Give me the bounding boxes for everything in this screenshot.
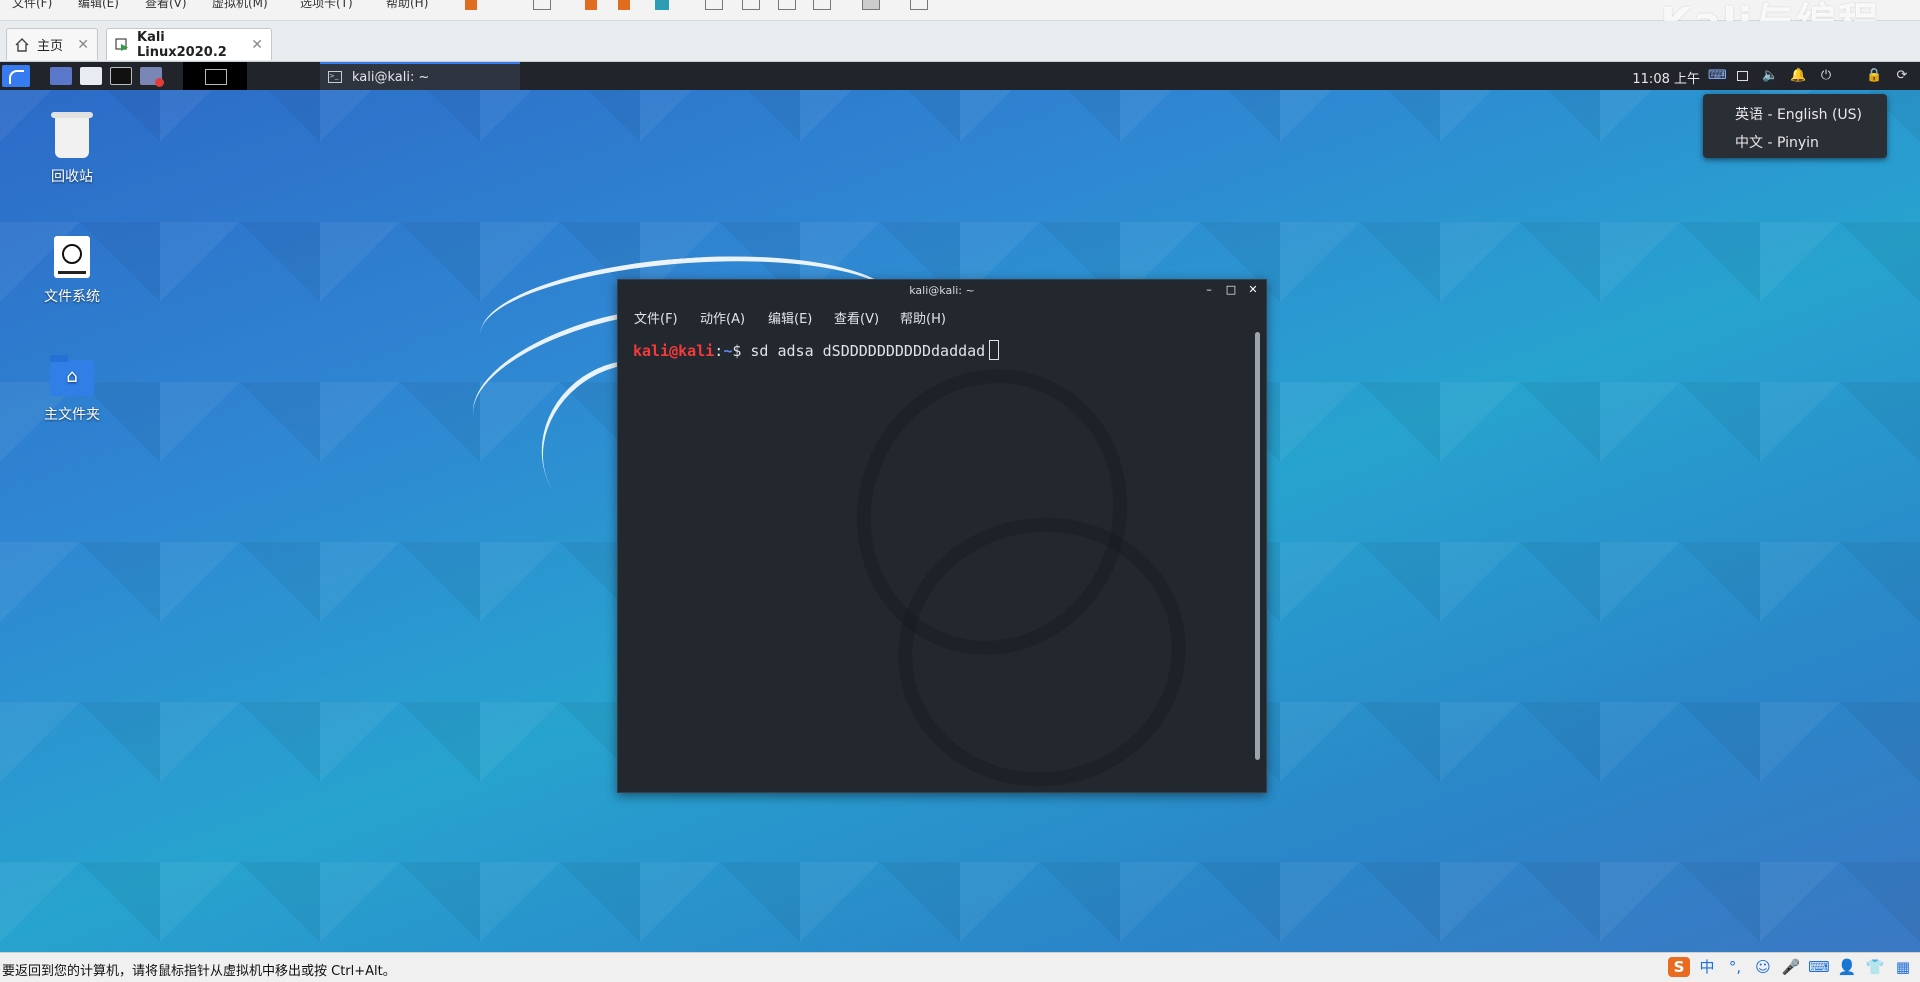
terminal-scrollbar[interactable] <box>1255 332 1260 760</box>
tab-home-label: 主页 <box>37 39 64 54</box>
microphone-icon[interactable]: 🎤 <box>1780 957 1802 977</box>
skin-icon[interactable]: 👕 <box>1864 957 1886 977</box>
text-cursor <box>989 340 1000 360</box>
terminal-launcher-icon[interactable] <box>110 67 132 85</box>
tab-kali-label: Kali Linux2020.2 <box>137 29 227 60</box>
im-english[interactable]: 英语 - English (US) <box>1735 104 1862 124</box>
vm-running-icon <box>115 37 129 52</box>
prompt-line: kali@kali:~$ sd adsa dSDDDDDDDDDDdaddad <box>633 340 1000 360</box>
vm-menu-view[interactable]: 查看(V) <box>145 0 187 11</box>
show-desktop-icon[interactable] <box>50 67 72 85</box>
drive-icon <box>54 236 90 278</box>
prompt-symbol: $ <box>732 342 742 360</box>
workspace-switcher[interactable] <box>183 62 247 90</box>
snapshot-manager-icon[interactable] <box>655 0 669 10</box>
vm-menu-file[interactable]: 文件(F) <box>12 0 52 11</box>
menu-help[interactable]: 帮助(H) <box>900 308 946 327</box>
power-manager-icon[interactable]: ⏻ <box>1818 68 1834 84</box>
send-keys-icon[interactable] <box>533 0 551 10</box>
minimize-icon[interactable]: – <box>1202 283 1216 297</box>
lock-icon[interactable]: 🔒 <box>1866 68 1882 84</box>
guest-desktop[interactable]: >_ kali@kali: ~ 11:08 上午 ⌨ 🔈 🔔 ⏻ 🔒 ⟳ 英语 … <box>0 62 1920 952</box>
logout-icon[interactable]: ⟳ <box>1894 68 1910 84</box>
vm-toolbar: 文件(F) 编辑(E) 查看(V) 虚拟机(M) 选项卡(T) 帮助(H) Ka… <box>0 0 1920 46</box>
terminal-window[interactable]: kali@kali: ~ – □ ✕ 文件(F) 动作(A) 编辑(E) 查看(… <box>617 279 1267 809</box>
terminal-menubar: 文件(F) 动作(A) 编辑(E) 查看(V) 帮助(H) <box>618 302 1266 328</box>
close-icon[interactable]: ✕ <box>1246 283 1260 297</box>
thumbnail-icon[interactable] <box>742 0 760 10</box>
status-message: 要返回到您的计算机，请将鼠标指针从虚拟机中移出或按 Ctrl+Alt。 <box>2 964 396 979</box>
vm-menu-edit[interactable]: 编辑(E) <box>78 0 119 11</box>
trash-icon <box>51 112 93 158</box>
workspace-1[interactable] <box>205 69 227 85</box>
volume-icon[interactable]: 🔈 <box>1762 68 1778 84</box>
file-manager-icon[interactable] <box>80 67 102 85</box>
terminal-titlebar[interactable]: kali@kali: ~ – □ ✕ <box>618 280 1266 302</box>
grid-menu-icon[interactable]: ▦ <box>1892 957 1914 977</box>
keyboard-icon[interactable]: ⌨ <box>1808 957 1830 977</box>
revert-snapshot-icon[interactable] <box>618 0 630 10</box>
close-icon[interactable]: ✕ <box>77 37 89 53</box>
prompt-separator: : <box>714 342 724 360</box>
menu-action[interactable]: 动作(A) <box>700 308 745 327</box>
library-icon[interactable] <box>705 0 723 10</box>
vm-menu-tabs[interactable]: 选项卡(T) <box>300 0 353 11</box>
close-icon[interactable]: ✕ <box>251 37 263 53</box>
menu-edit[interactable]: 编辑(E) <box>768 308 812 327</box>
console-view-icon[interactable] <box>862 0 880 10</box>
input-method-menu: 英语 - English (US) 中文 - Pinyin <box>1703 94 1887 158</box>
desktop-icon-filesystem[interactable]: 文件系统 <box>17 236 127 306</box>
keyboard-layout-icon[interactable]: ⌨ <box>1708 68 1727 84</box>
desktop-icon-home[interactable]: 主文件夹 <box>17 355 127 424</box>
terminal-title: kali@kali: ~ <box>909 284 975 297</box>
home-icon <box>15 37 29 52</box>
vm-menu-help[interactable]: 帮助(H) <box>386 0 428 11</box>
snapshot-icon[interactable] <box>585 0 597 10</box>
vm-menu-vm[interactable]: 虚拟机(M) <box>212 0 268 11</box>
desktop-icon-label: 文件系统 <box>44 289 100 305</box>
ime-toolbar: S 中 °, ☺ 🎤 ⌨ 👤 👕 ▦ <box>1662 955 1914 979</box>
vm-status-bar: 要返回到您的计算机，请将鼠标指针从虚拟机中移出或按 Ctrl+Alt。 S 中 … <box>0 952 1920 982</box>
screen-recorder-icon[interactable] <box>140 67 164 87</box>
desktop-icon-label: 主文件夹 <box>44 407 100 423</box>
vm-tab-strip: 主页 ✕ Kali Linux2020.2 ✕ <box>0 21 1920 62</box>
display-icon[interactable] <box>1734 68 1750 84</box>
prompt-path: ~ <box>723 342 733 360</box>
menu-file[interactable]: 文件(F) <box>634 308 678 327</box>
tab-kali-vm[interactable]: Kali Linux2020.2 ✕ <box>106 28 272 60</box>
home-folder-icon <box>50 355 94 396</box>
taskbar-terminal[interactable]: >_ kali@kali: ~ <box>320 62 520 90</box>
prompt-user: kali@kali <box>633 342 715 360</box>
taskbar-terminal-label: kali@kali: ~ <box>352 69 430 85</box>
sogou-logo-icon[interactable]: S <box>1668 957 1690 977</box>
emoji-icon[interactable]: ☺ <box>1752 957 1774 977</box>
desktop-icon-label: 回收站 <box>51 169 93 185</box>
terminal-output[interactable]: kali@kali:~$ sd adsa dSDDDDDDDDDDdaddad <box>618 328 1250 809</box>
fullscreen-icon[interactable] <box>778 0 796 10</box>
tab-home[interactable]: 主页 ✕ <box>6 28 98 60</box>
stretch-icon[interactable] <box>910 0 928 10</box>
pause-icon[interactable] <box>465 0 477 10</box>
notification-bell-icon[interactable]: 🔔 <box>1790 68 1806 84</box>
terminal-icon: >_ <box>328 71 342 83</box>
panel-clock[interactable]: 11:08 上午 <box>1632 68 1700 87</box>
user-icon[interactable]: 👤 <box>1836 957 1858 977</box>
maximize-icon[interactable]: □ <box>1224 283 1238 297</box>
ime-mode[interactable]: 中 <box>1696 957 1718 977</box>
menu-view[interactable]: 查看(V) <box>834 308 879 327</box>
desktop-icon-trash[interactable]: 回收站 <box>17 112 127 186</box>
ime-punctuation[interactable]: °, <box>1724 957 1746 977</box>
kali-menu-button[interactable] <box>2 65 30 87</box>
command-text: sd adsa dSDDDDDDDDDDdaddad <box>750 342 986 360</box>
kali-top-panel: >_ kali@kali: ~ 11:08 上午 ⌨ 🔈 🔔 ⏻ 🔒 ⟳ <box>0 62 1920 90</box>
unity-icon[interactable] <box>813 0 831 10</box>
im-pinyin[interactable]: 中文 - Pinyin <box>1735 132 1819 152</box>
